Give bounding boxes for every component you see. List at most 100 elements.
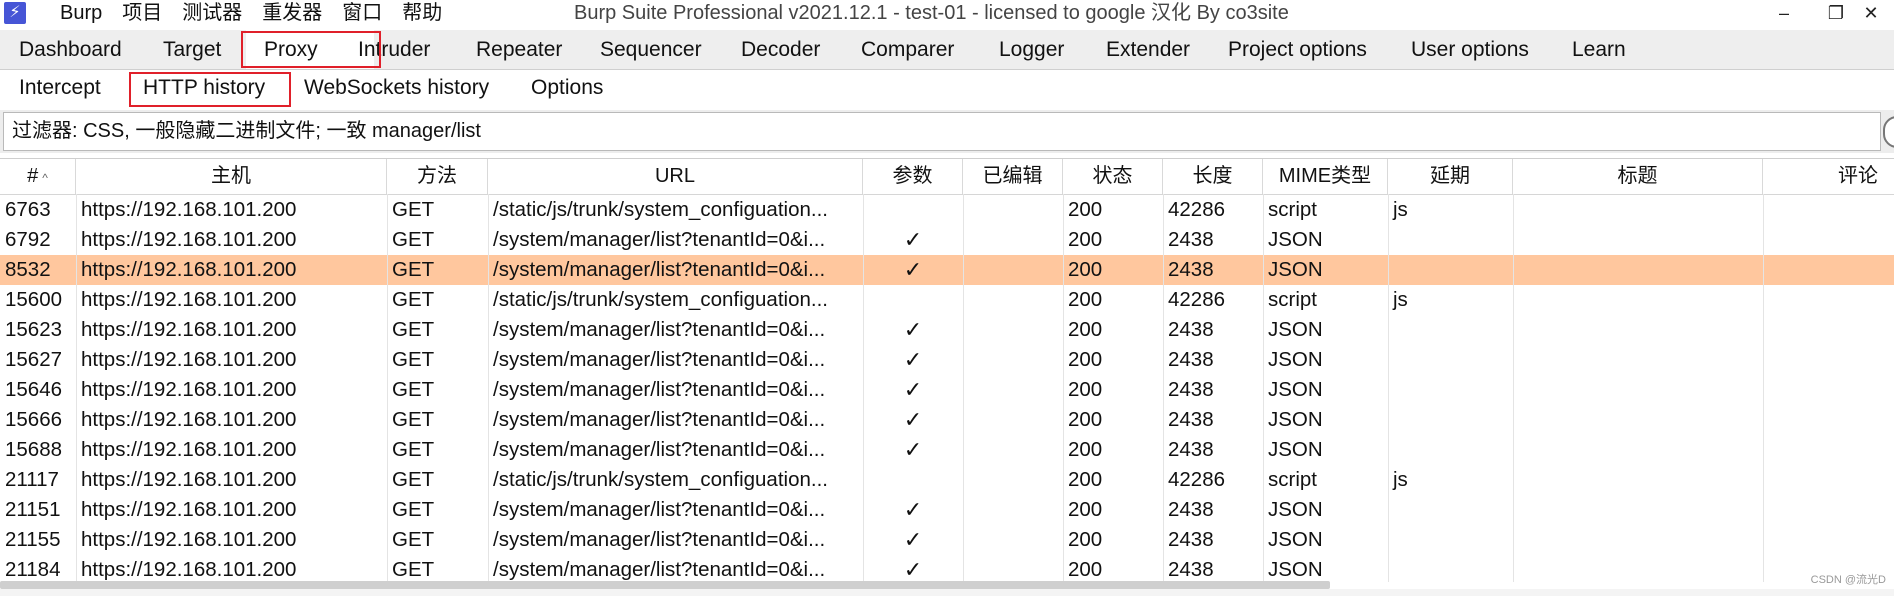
tab-decoder[interactable]: Decoder: [741, 30, 820, 69]
column-header-number[interactable]: # ^: [0, 159, 76, 194]
subtab-websockets-history[interactable]: WebSockets history: [304, 70, 489, 108]
cell-ext: [1388, 405, 1513, 435]
cell-id: 15627: [5, 348, 63, 371]
cell-ext: [1388, 315, 1513, 345]
tab-extender[interactable]: Extender: [1106, 30, 1190, 69]
tab-repeater[interactable]: Repeater: [476, 30, 562, 69]
cell-edited: [963, 285, 1063, 315]
menu-window[interactable]: 窗口: [332, 0, 392, 28]
column-header-status[interactable]: 状态: [1063, 159, 1163, 194]
cell-host: https://192.168.101.200: [81, 258, 297, 281]
table-row[interactable]: 15688 https://192.168.101.200 GET/system/m…: [0, 435, 1894, 465]
cell-title: [1513, 345, 1763, 375]
column-header-edited[interactable]: 已编辑: [963, 159, 1063, 194]
cell-mime: JSON: [1268, 438, 1323, 461]
menu-help[interactable]: 帮助: [392, 0, 452, 28]
cell-status: 200: [1068, 258, 1103, 281]
cell-comment: [1763, 495, 1894, 525]
cell-params: ✓: [903, 317, 923, 342]
tab-sequencer[interactable]: Sequencer: [600, 30, 702, 69]
table-row[interactable]: 6792 https://192.168.101.200 GET/system/ma…: [0, 225, 1894, 255]
cell-ext: [1388, 555, 1513, 585]
table-row[interactable]: 21151 https://192.168.101.200 GET/system/m…: [0, 495, 1894, 525]
column-header-extension[interactable]: 延期: [1388, 159, 1513, 194]
cell-id: 21117: [5, 468, 59, 491]
column-separator: [1063, 194, 1064, 582]
column-header-url[interactable]: URL: [488, 159, 863, 194]
table-row[interactable]: 15600 https://192.168.101.200 GET/static/j…: [0, 285, 1894, 315]
filter-input[interactable]: 过滤器: CSS, 一般隐藏二进制文件; 一致 manager/list: [3, 112, 1881, 151]
cell-host: https://192.168.101.200: [81, 288, 297, 311]
tab-logger[interactable]: Logger: [999, 30, 1064, 69]
cell-comment: [1763, 525, 1894, 555]
filter-bar: 过滤器: CSS, 一般隐藏二进制文件; 一致 manager/list: [0, 110, 1894, 153]
cell-mime: JSON: [1268, 378, 1323, 401]
menu-burp[interactable]: Burp: [50, 0, 112, 28]
cell-mime: JSON: [1268, 318, 1323, 341]
cell-id: 21151: [5, 498, 61, 521]
menu-repeater[interactable]: 重发器: [252, 0, 332, 28]
table-row[interactable]: 8532 https://192.168.101.200 GET/system/ma…: [0, 255, 1894, 285]
subtab-http-history[interactable]: HTTP history: [143, 70, 265, 108]
cell-comment: [1763, 465, 1894, 495]
cell-params: ✓: [903, 497, 923, 522]
cell-mime: JSON: [1268, 228, 1323, 251]
cell-method: GET: [392, 408, 435, 431]
tab-user-options[interactable]: User options: [1411, 30, 1529, 69]
cell-url: /system/manager/list?tenantId=0&i...: [493, 378, 826, 401]
column-header-title[interactable]: 标题: [1513, 159, 1763, 194]
column-separator: [1513, 194, 1514, 582]
table-row[interactable]: 15646 https://192.168.101.200 GET/system/m…: [0, 375, 1894, 405]
cell-ext: [1388, 495, 1513, 525]
cell-method: GET: [392, 468, 435, 491]
table-row[interactable]: 15627 https://192.168.101.200 GET/system/m…: [0, 345, 1894, 375]
column-header-host[interactable]: 主机: [76, 159, 387, 194]
cell-edited: [963, 405, 1063, 435]
cell-host: https://192.168.101.200: [81, 348, 297, 371]
cell-comment: [1763, 435, 1894, 465]
cell-method: GET: [392, 378, 435, 401]
filter-help-button[interactable]: [1883, 116, 1894, 148]
cell-length: 2438: [1168, 318, 1214, 341]
sort-ascending-icon: ^: [42, 171, 48, 185]
cell-ext: [1388, 375, 1513, 405]
tab-learn[interactable]: Learn: [1572, 30, 1626, 69]
cell-comment: [1763, 375, 1894, 405]
table-header: # ^ 主机 方法 URL 参数 已编辑 状态 长度 MIME类型 延期 标题 评…: [0, 159, 1894, 195]
table-row[interactable]: 21117 https://192.168.101.200 GET/static/j…: [0, 465, 1894, 495]
table-row[interactable]: 15623 https://192.168.101.200 GET/system/m…: [0, 315, 1894, 345]
cell-length: 2438: [1168, 258, 1214, 281]
cell-edited: [963, 195, 1063, 225]
menu-project[interactable]: 项目: [112, 0, 172, 28]
minimize-button[interactable]: –: [1756, 0, 1812, 28]
column-header-method[interactable]: 方法: [387, 159, 488, 194]
http-history-table: # ^ 主机 方法 URL 参数 已编辑 状态 长度 MIME类型 延期 标题 评…: [0, 158, 1894, 582]
tab-proxy[interactable]: Proxy: [246, 30, 374, 69]
tab-project-options[interactable]: Project options: [1228, 30, 1367, 69]
subtab-options[interactable]: Options: [531, 70, 603, 108]
cell-mime: script: [1268, 468, 1317, 491]
cell-status: 200: [1068, 198, 1103, 221]
tab-comparer[interactable]: Comparer: [861, 30, 954, 69]
cell-status: 200: [1068, 318, 1103, 341]
tab-intruder[interactable]: Intruder: [358, 30, 430, 69]
cell-comment: [1763, 225, 1894, 255]
tab-target[interactable]: Target: [163, 30, 221, 69]
cell-length: 2438: [1168, 378, 1214, 401]
column-header-params[interactable]: 参数: [863, 159, 963, 194]
filter-text: 过滤器: CSS, 一般隐藏二进制文件; 一致 manager/list: [12, 120, 481, 142]
table-row[interactable]: 21155 https://192.168.101.200 GET/system/m…: [0, 525, 1894, 555]
table-row[interactable]: 15666 https://192.168.101.200 GET/system/m…: [0, 405, 1894, 435]
column-header-length[interactable]: 长度: [1163, 159, 1263, 194]
horizontal-scrollbar[interactable]: [0, 581, 1330, 589]
table-row[interactable]: 6763 https://192.168.101.200 GET/static/js…: [0, 195, 1894, 225]
cell-id: 6792: [5, 228, 51, 251]
cell-host: https://192.168.101.200: [81, 468, 297, 491]
cell-mime: JSON: [1268, 498, 1323, 521]
column-header-comment[interactable]: 评论: [1763, 159, 1894, 194]
column-header-mime-type[interactable]: MIME类型: [1263, 159, 1388, 194]
close-button[interactable]: ✕: [1848, 0, 1894, 28]
subtab-intercept[interactable]: Intercept: [19, 70, 101, 108]
menu-intruder[interactable]: 测试器: [172, 0, 252, 28]
tab-dashboard[interactable]: Dashboard: [19, 30, 122, 69]
